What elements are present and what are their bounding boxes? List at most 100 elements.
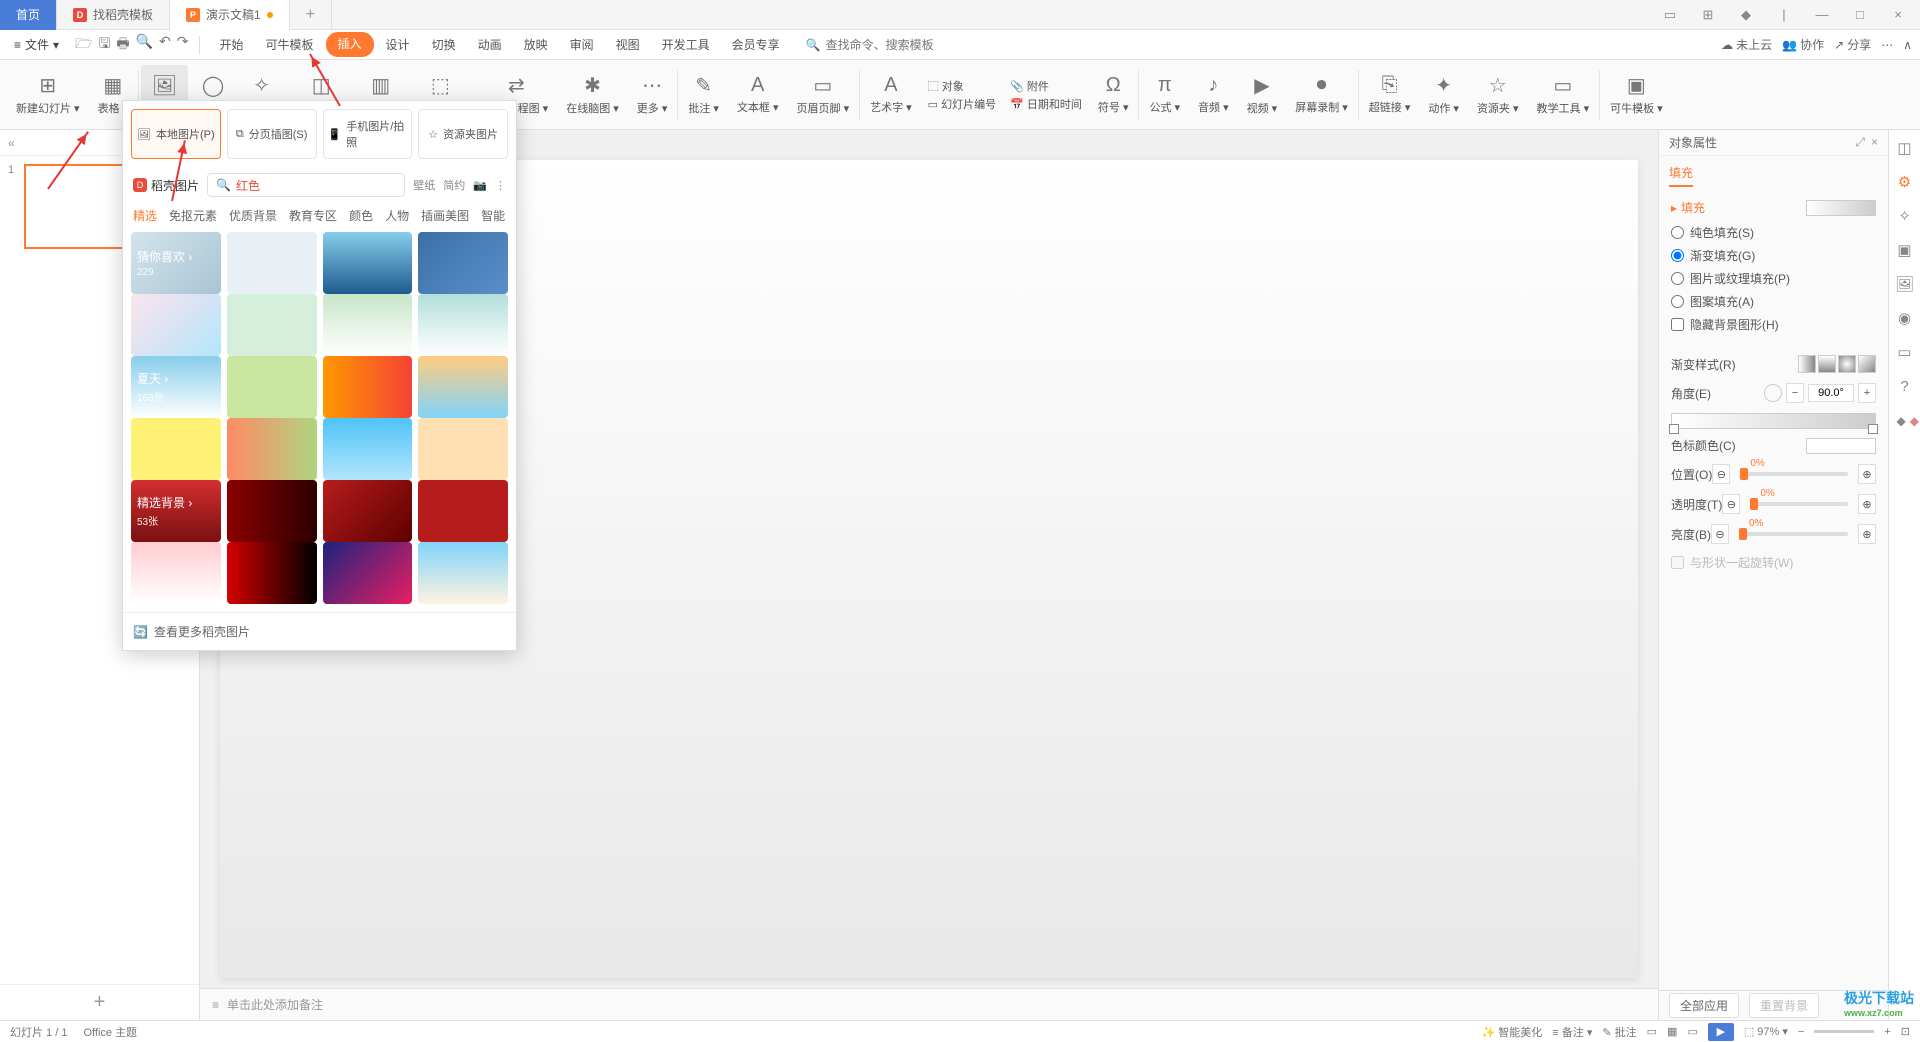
apply-all-button[interactable]: 全部应用 (1669, 993, 1739, 1018)
img-thumb[interactable] (418, 232, 508, 294)
zoom-in-icon[interactable]: + (1884, 1026, 1890, 1038)
menu-tab-设计[interactable]: 设计 (376, 32, 420, 57)
share-button[interactable]: ↗ 分享 (1834, 36, 1871, 53)
menu-tab-切换[interactable]: 切换 (422, 32, 466, 57)
view-normal-icon[interactable]: ▭ (1647, 1025, 1657, 1038)
view-sorter-icon[interactable]: ▦ (1667, 1025, 1677, 1038)
gradient-bar[interactable]: ◆ ◆ (1671, 413, 1876, 429)
ribbon-艺术字[interactable]: A艺术字 ▾ (862, 65, 920, 125)
rotate-with-shape-checkbox[interactable]: 与形状一起旋转(W) (1671, 554, 1876, 571)
zoom-out-icon[interactable]: − (1798, 1026, 1804, 1038)
ribbon-新建幻灯片[interactable]: ⊞新建幻灯片 ▾ (8, 65, 88, 125)
trans-minus[interactable]: ⊖ (1722, 494, 1740, 514)
menu-tab-放映[interactable]: 放映 (514, 32, 558, 57)
img-thumb[interactable] (131, 542, 221, 604)
bright-plus[interactable]: ⊕ (1858, 524, 1876, 544)
img-thumb[interactable] (323, 356, 413, 418)
menu-tab-开始[interactable]: 开始 (210, 32, 254, 57)
win-avatar-icon[interactable]: ◆ (1732, 1, 1760, 29)
view-more-link[interactable]: 🔄 查看更多稻壳图片 (123, 612, 516, 650)
menu-more-icon[interactable]: ⋯ (1881, 38, 1893, 52)
img-thumb[interactable] (418, 356, 508, 418)
img-thumb[interactable] (227, 356, 317, 418)
qk-save-icon[interactable]: 🖫 (98, 33, 110, 57)
notes-bar[interactable]: ≡ 单击此处添加备注 (200, 988, 1658, 1020)
img-thumb[interactable] (227, 542, 317, 604)
angle-input[interactable] (1808, 384, 1854, 402)
imgcat-精选[interactable]: 精选 (133, 207, 157, 224)
win-min-icon[interactable]: — (1808, 1, 1836, 29)
ribbon-超链接[interactable]: ⎘超链接 ▾ (1361, 65, 1419, 125)
qk-redo-icon[interactable]: ↷ (177, 33, 189, 57)
add-stop-icon[interactable]: ◆ (1897, 414, 1906, 428)
ribbon-批注[interactable]: ✎批注 ▾ (680, 65, 727, 125)
qk-preview-icon[interactable]: 🔍 (136, 33, 153, 57)
filter-simple[interactable]: 简约 (443, 177, 465, 193)
zoom-slider[interactable] (1814, 1030, 1874, 1033)
qk-print-icon[interactable]: 🖶 (116, 33, 129, 57)
img-thumb[interactable] (418, 294, 508, 356)
fill-radio-图案填充(A)[interactable]: 图案填充(A) (1671, 293, 1876, 310)
strip-settings-icon[interactable]: ⚙ (1895, 172, 1915, 192)
img-thumb[interactable] (418, 418, 508, 480)
collapse-icon[interactable]: « (8, 136, 15, 150)
ribbon-页眉页脚[interactable]: ▭页眉页脚 ▾ (789, 65, 858, 125)
ribbon-attach[interactable]: 📎 附件 (1010, 78, 1082, 94)
img-thumb[interactable] (323, 542, 413, 604)
ribbon-object[interactable]: ⬚ 对象 (928, 78, 996, 94)
strip-screen-icon[interactable]: ▭ (1895, 342, 1915, 362)
img-section-猜你喜欢[interactable]: 猜你喜欢 ›229 (131, 232, 221, 294)
img-thumb[interactable] (227, 294, 317, 356)
status-comments[interactable]: ✎ 批注 (1602, 1024, 1636, 1040)
angle-plus[interactable]: + (1858, 383, 1876, 403)
fill-radio-渐变填充(G)[interactable]: 渐变填充(G) (1671, 247, 1876, 264)
props-tab-fill[interactable]: 填充 (1669, 164, 1693, 187)
strip-anchor-icon[interactable]: ◉ (1895, 308, 1915, 328)
ribbon-可牛模板[interactable]: ▣可牛模板 ▾ (1602, 65, 1671, 125)
img-thumb[interactable] (323, 418, 413, 480)
menu-tab-会员专享[interactable]: 会员专享 (722, 32, 790, 57)
menu-tab-插入[interactable]: 插入 (326, 32, 374, 57)
img-thumb[interactable] (418, 542, 508, 604)
tab-home[interactable]: 首页 (0, 0, 57, 30)
ribbon-音频[interactable]: ♪音频 ▾ (1190, 65, 1237, 125)
ribbon-文本框[interactable]: A文本框 ▾ (729, 65, 787, 125)
ribbon-屏幕录制[interactable]: ⏺屏幕录制 ▾ (1287, 65, 1356, 125)
ribbon-教学工具[interactable]: ▭教学工具 ▾ (1529, 65, 1598, 125)
view-reading-icon[interactable]: ▭ (1687, 1025, 1697, 1038)
props-close-icon[interactable]: × (1871, 135, 1878, 150)
tab-new[interactable]: + (290, 0, 332, 30)
status-notes[interactable]: ≡ 备注 ▾ (1552, 1024, 1592, 1040)
ribbon-公式[interactable]: π公式 ▾ (1141, 65, 1188, 125)
img-thumb[interactable] (323, 232, 413, 294)
trans-plus[interactable]: ⊕ (1858, 494, 1876, 514)
menu-tab-动画[interactable]: 动画 (468, 32, 512, 57)
imgcat-颜色[interactable]: 颜色 (349, 207, 373, 224)
reset-bg-button[interactable]: 重置背景 (1749, 993, 1819, 1018)
img-thumb[interactable] (131, 294, 221, 356)
status-beautify[interactable]: ✨ 智能美化 (1482, 1024, 1543, 1040)
strip-select-icon[interactable]: ◫ (1895, 138, 1915, 158)
ribbon-资源夹[interactable]: ☆资源夹 ▾ (1469, 65, 1527, 125)
command-search-input[interactable] (826, 38, 956, 52)
hide-bg-checkbox[interactable]: 隐藏背景图形(H) (1671, 316, 1876, 333)
menu-hamburger[interactable]: ≡ 文件 ▾ (8, 36, 65, 53)
imgcat-智能[interactable]: 智能 (481, 207, 505, 224)
stop-color-picker[interactable] (1806, 438, 1876, 454)
strip-layers-icon[interactable]: ▣ (1895, 240, 1915, 260)
coop-button[interactable]: 👥 协作 (1782, 36, 1824, 53)
win-reading-icon[interactable]: ▭ (1656, 1, 1684, 29)
imgopt-分页插图(S)[interactable]: ⧉分页插图(S) (227, 109, 317, 159)
win-max-icon[interactable]: □ (1846, 1, 1874, 29)
imgopt-手机图片/拍照[interactable]: 📱手机图片/拍照 (323, 109, 413, 159)
menu-chevron-icon[interactable]: ∧ (1903, 38, 1912, 52)
ribbon-在线脑图[interactable]: ✱在线脑图 ▾ (558, 65, 627, 125)
win-close-icon[interactable]: × (1884, 1, 1912, 29)
imgcat-人物[interactable]: 人物 (385, 207, 409, 224)
fill-radio-图片或纹理填充(P)[interactable]: 图片或纹理填充(P) (1671, 270, 1876, 287)
menu-tab-开发工具[interactable]: 开发工具 (652, 32, 720, 57)
command-search[interactable]: 🔍 (806, 38, 956, 52)
tab-presentation[interactable]: P演示文稿1 (170, 0, 290, 30)
cloud-status[interactable]: ☁ 未上云 (1721, 36, 1772, 53)
props-pin-icon[interactable]: ⤢ (1855, 135, 1865, 150)
